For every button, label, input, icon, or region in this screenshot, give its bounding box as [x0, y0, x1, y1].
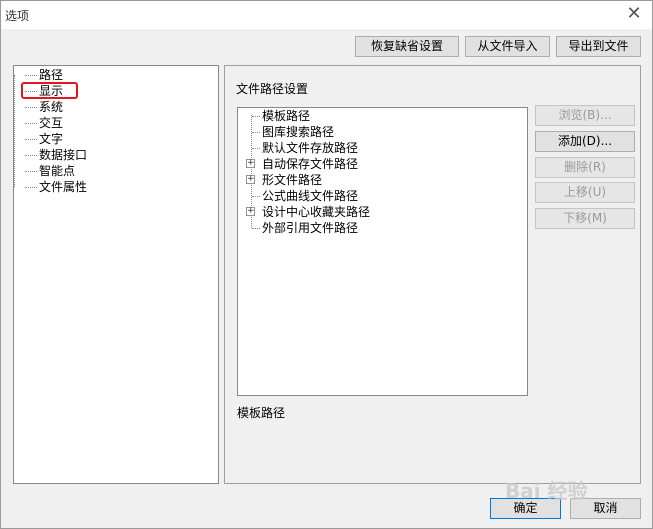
expand-icon[interactable]: +: [246, 159, 255, 168]
panel-title: 文件路径设置: [236, 82, 309, 96]
close-icon[interactable]: ✕: [624, 4, 644, 24]
path-item-library-search[interactable]: 图库搜索路径: [262, 124, 334, 140]
tree-item-label: 路径: [39, 68, 64, 82]
tree-item-file-properties[interactable]: 文件属性: [25, 179, 87, 195]
tree-item-system[interactable]: 系统: [25, 99, 63, 115]
tree-item-label: 文件属性: [39, 180, 88, 194]
expand-icon[interactable]: +: [246, 207, 255, 216]
tree-item-data-interface[interactable]: 数据接口: [25, 147, 87, 163]
export-to-file-button[interactable]: 导出到文件: [556, 36, 641, 57]
path-item-design-center-favorites[interactable]: 设计中心收藏夹路径: [262, 204, 370, 220]
path-item-autosave[interactable]: 自动保存文件路径: [262, 156, 358, 172]
tree-connector: [14, 75, 15, 187]
tree-item-text[interactable]: 文字: [25, 131, 63, 147]
tree-item-label: 数据接口: [39, 148, 88, 162]
add-button[interactable]: 添加(D)...: [535, 131, 635, 152]
expand-icon[interactable]: +: [246, 175, 255, 184]
path-item-template[interactable]: 模板路径: [262, 108, 310, 124]
import-from-file-button[interactable]: 从文件导入: [465, 36, 550, 57]
path-item-external-reference[interactable]: 外部引用文件路径: [262, 220, 358, 236]
move-up-button[interactable]: 上移(U): [535, 182, 635, 203]
tree-item-interaction[interactable]: 交互: [25, 115, 63, 131]
tree-item-label: 交互: [39, 116, 64, 130]
restore-defaults-button[interactable]: 恢复缺省设置: [355, 36, 459, 57]
window-title: 选项: [5, 9, 30, 23]
selected-path-label: 模板路径: [237, 406, 286, 420]
tree-item-path[interactable]: 路径: [25, 67, 63, 83]
watermark-text: Bai 经验: [505, 479, 588, 503]
tree-item-smart-point[interactable]: 智能点: [25, 163, 75, 179]
path-item-formula-curve[interactable]: 公式曲线文件路径: [262, 188, 358, 204]
browse-button[interactable]: 浏览(B)...: [535, 105, 635, 126]
options-dialog: 选项 ✕ 恢复缺省设置 从文件导入 导出到文件 路径 显示 系统 交互 文字 数…: [0, 0, 653, 529]
move-down-button[interactable]: 下移(M): [535, 208, 635, 229]
tree-item-label: 智能点: [39, 164, 76, 178]
tree-item-label: 文字: [39, 132, 64, 146]
tree-item-label: 系统: [39, 100, 64, 114]
delete-button[interactable]: 删除(R): [535, 157, 635, 178]
path-item-shape-file[interactable]: 形文件路径: [262, 172, 322, 188]
title-bar: 选项 ✕: [1, 1, 652, 29]
path-item-default-save[interactable]: 默认文件存放路径: [262, 140, 358, 156]
watermark: Bai 经验: [505, 475, 645, 515]
highlight-box: [21, 82, 78, 99]
